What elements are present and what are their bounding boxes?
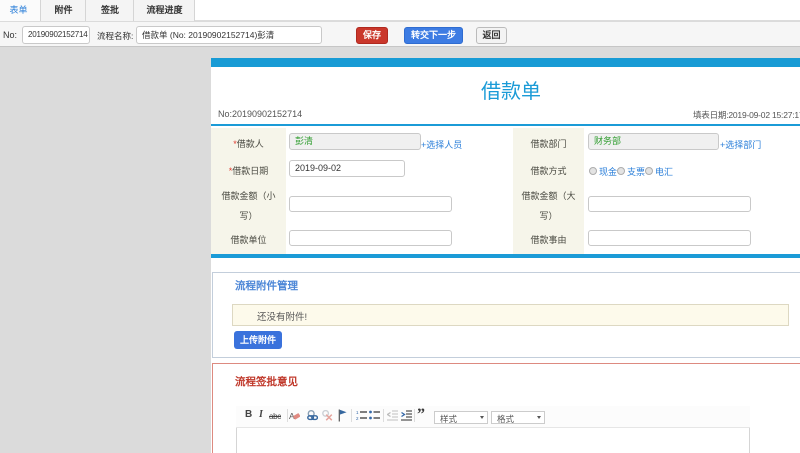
svg-text:2: 2 (356, 416, 359, 421)
svg-text:1: 1 (356, 410, 359, 415)
